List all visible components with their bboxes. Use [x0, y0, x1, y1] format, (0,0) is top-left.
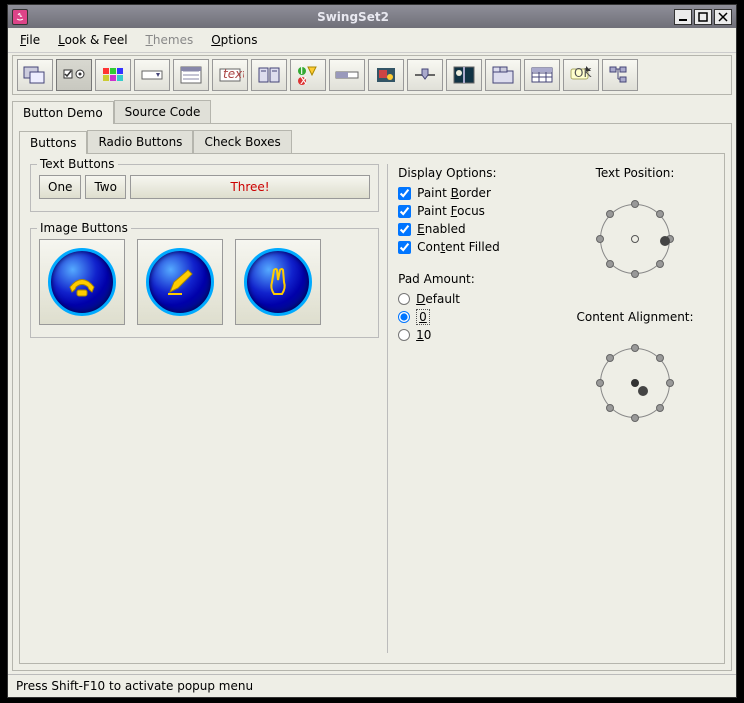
tab-buttons[interactable]: Buttons	[19, 131, 87, 154]
tool-list[interactable]	[173, 59, 209, 91]
checkbox-paint-border[interactable]	[398, 187, 411, 200]
tool-colorchooser[interactable]	[95, 59, 131, 91]
button-two[interactable]: Two	[85, 175, 126, 199]
label-pad-ten: 10	[416, 328, 431, 342]
tool-tabbedpane[interactable]	[485, 59, 521, 91]
phone-icon	[48, 248, 116, 316]
image-button-pen[interactable]	[137, 239, 223, 325]
right-column: Display Options: Paint Border Paint Focu…	[387, 164, 714, 653]
java-icon	[12, 9, 28, 25]
close-button[interactable]	[714, 9, 732, 25]
tool-optionpane[interactable]: ix	[290, 59, 326, 91]
tool-tooltip[interactable]: OK	[563, 59, 599, 91]
tool-tree[interactable]	[602, 59, 638, 91]
tool-textfield[interactable]: text	[212, 59, 248, 91]
window-title: SwingSet2	[34, 10, 672, 24]
toolbar: text ix OK	[12, 55, 732, 95]
primary-tabs: Button Demo Source Code	[12, 100, 732, 123]
image-buttons-group: Image Buttons	[30, 228, 379, 338]
tab-source-code[interactable]: Source Code	[114, 100, 212, 123]
display-options-label: Display Options:	[398, 166, 556, 180]
content-alignment-label: Content Alignment:	[576, 310, 693, 324]
radio-pad-default[interactable]	[398, 293, 410, 305]
label-enabled: Enabled	[417, 222, 466, 236]
checkbox-content-filled[interactable]	[398, 241, 411, 254]
titlebar: SwingSet2	[8, 5, 736, 28]
label-content-filled: Content Filled	[417, 240, 500, 254]
tool-combobox[interactable]	[134, 59, 170, 91]
left-column: Text Buttons One Two Three! Image Button…	[30, 164, 387, 653]
text-position-label: Text Position:	[596, 166, 675, 180]
text-position-dial[interactable]	[590, 194, 680, 284]
label-pad-zero: 0	[416, 309, 430, 325]
image-buttons-legend: Image Buttons	[37, 221, 131, 235]
tab-button-demo[interactable]: Button Demo	[12, 101, 114, 124]
label-paint-border: Paint Border	[417, 186, 491, 200]
pen-icon	[146, 248, 214, 316]
menubar: File Look & Feel Themes Options	[8, 28, 736, 53]
maximize-button[interactable]	[694, 9, 712, 25]
menu-options[interactable]: Options	[207, 31, 261, 49]
button-one[interactable]: One	[39, 175, 81, 199]
demo-panel: Buttons Radio Buttons Check Boxes Text B…	[12, 123, 732, 671]
label-paint-focus: Paint Focus	[417, 204, 485, 218]
button-three[interactable]: Three!	[130, 175, 370, 199]
app-window: SwingSet2 File Look & Feel Themes Option…	[7, 4, 737, 698]
image-button-phone[interactable]	[39, 239, 125, 325]
pad-amount-label: Pad Amount:	[398, 272, 556, 286]
tool-splitpane[interactable]	[446, 59, 482, 91]
tab-radio-buttons[interactable]: Radio Buttons	[87, 130, 193, 153]
image-button-peace[interactable]	[235, 239, 321, 325]
checkbox-enabled[interactable]	[398, 223, 411, 236]
menu-lookfeel[interactable]: Look & Feel	[54, 31, 131, 49]
content-alignment-dial[interactable]	[590, 338, 680, 428]
text-buttons-legend: Text Buttons	[37, 157, 118, 171]
tool-scrollpane[interactable]	[368, 59, 404, 91]
peace-icon	[244, 248, 312, 316]
radio-pad-zero[interactable]	[398, 311, 410, 323]
text-buttons-group: Text Buttons One Two Three!	[30, 164, 379, 212]
status-bar: Press Shift-F10 to activate popup menu	[8, 674, 736, 697]
tool-table[interactable]	[524, 59, 560, 91]
tool-internalframes[interactable]	[17, 59, 53, 91]
tool-slider[interactable]	[407, 59, 443, 91]
tab-check-boxes[interactable]: Check Boxes	[193, 130, 291, 153]
svg-text:x: x	[300, 73, 307, 87]
svg-text:OK: OK	[574, 66, 592, 80]
sub-tabs: Buttons Radio Buttons Check Boxes	[19, 130, 725, 153]
svg-text:text: text	[223, 67, 244, 81]
buttons-pane: Text Buttons One Two Three! Image Button…	[19, 153, 725, 664]
tool-filechooser[interactable]	[251, 59, 287, 91]
pad-amount: Pad Amount: Default 0 10	[398, 272, 556, 342]
minimize-button[interactable]	[674, 9, 692, 25]
tool-buttons[interactable]	[56, 59, 92, 91]
menu-file[interactable]: File	[16, 31, 44, 49]
display-options: Display Options: Paint Border Paint Focu…	[398, 164, 556, 428]
checkbox-paint-focus[interactable]	[398, 205, 411, 218]
label-pad-default: Default	[416, 292, 460, 306]
menu-themes[interactable]: Themes	[142, 31, 198, 49]
tool-progressbar[interactable]	[329, 59, 365, 91]
radio-pad-ten[interactable]	[398, 329, 410, 341]
